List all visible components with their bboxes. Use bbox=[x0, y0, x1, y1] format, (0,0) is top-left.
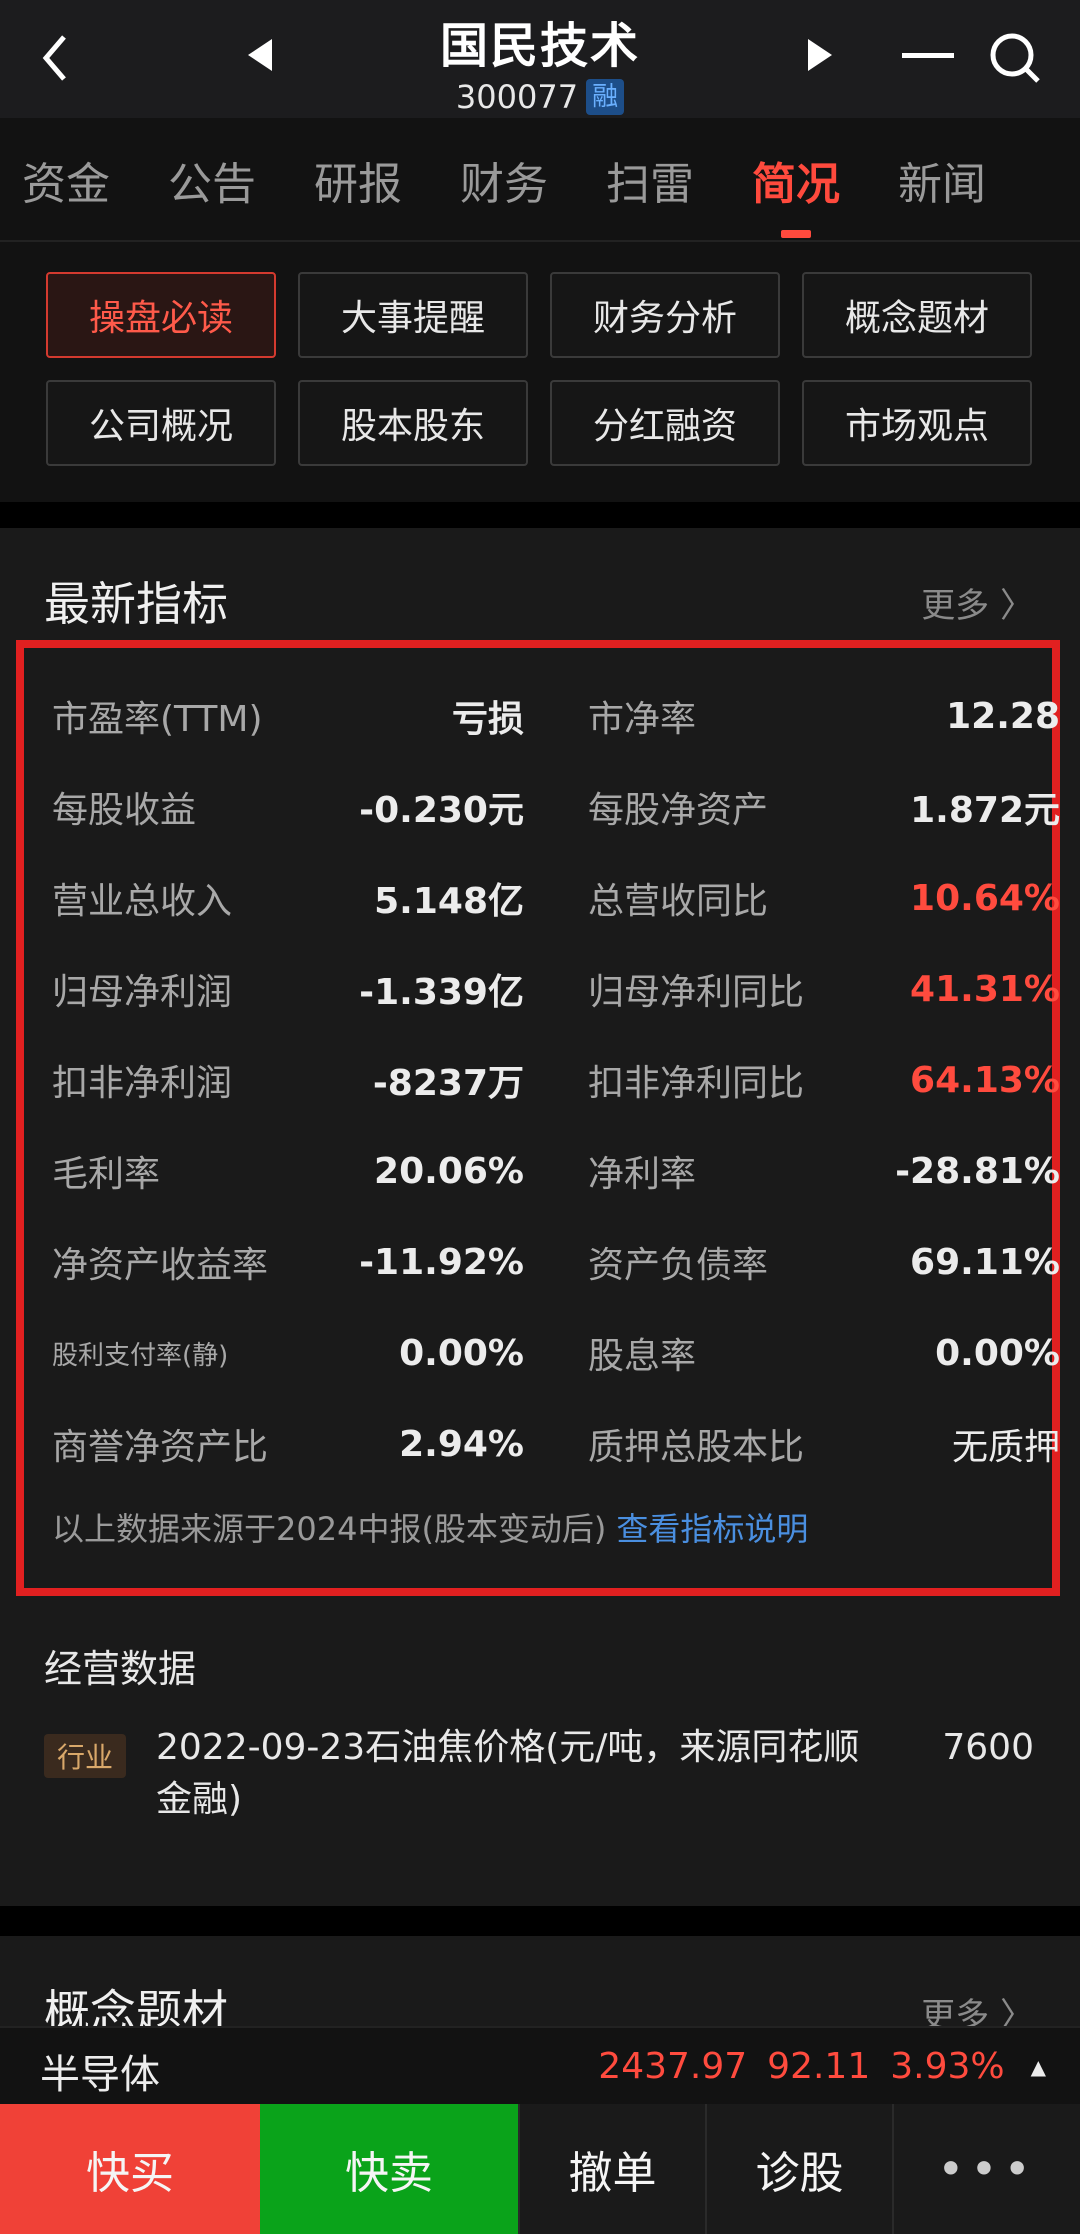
indicator-value: -1.339亿 bbox=[359, 972, 524, 1013]
indicator-value: -8237万 bbox=[372, 1063, 524, 1104]
indicator-value: 20.06% bbox=[374, 1150, 524, 1192]
search-icon bbox=[990, 33, 1040, 83]
tab-overview[interactable]: 简况 bbox=[752, 130, 840, 240]
indicator-value: 64.13% bbox=[910, 1059, 1060, 1101]
tabs-divider bbox=[0, 240, 1080, 242]
indicator-value: 69.11% bbox=[910, 1241, 1060, 1283]
triangle-left-icon bbox=[248, 39, 272, 71]
indicator-value: 5.148亿 bbox=[374, 881, 524, 922]
ops-item-value: 7600 bbox=[942, 1727, 1034, 1768]
subnav-shareholders[interactable]: 股本股东 bbox=[298, 380, 528, 466]
indicator-row: 归母净利润 -1.339亿 归母净利同比 41.31% bbox=[52, 959, 1060, 1019]
section-gap bbox=[0, 502, 1080, 528]
subnav-events[interactable]: 大事提醒 bbox=[298, 272, 528, 358]
stock-code-row: 300077 融 bbox=[340, 78, 740, 116]
indicator-row: 市盈率(TTM) 亏损 市净率 12.28 bbox=[52, 686, 1060, 746]
ops-title: 经营数据 bbox=[44, 1647, 197, 1691]
indicator-row: 营业总收入 5.148亿 总营收同比 10.64% bbox=[52, 868, 1060, 928]
subnav-company-profile[interactable]: 公司概况 bbox=[46, 380, 276, 466]
subnav-must-read[interactable]: 操盘必读 bbox=[46, 272, 276, 358]
indicator-value: 10.64% bbox=[910, 877, 1060, 919]
indicator-value: 无质押 bbox=[951, 1427, 1060, 1468]
indicator-value: 0.00% bbox=[935, 1332, 1060, 1374]
indicator-value: 41.31% bbox=[910, 968, 1060, 1010]
prev-stock-button[interactable] bbox=[240, 30, 280, 80]
section-gap bbox=[0, 1906, 1080, 1936]
indicator-help-link[interactable]: 查看指标说明 bbox=[616, 1510, 808, 1548]
industry-badge: 行业 bbox=[44, 1734, 126, 1778]
subnav-concepts[interactable]: 概念题材 bbox=[802, 272, 1032, 358]
sector-price: 2437.97 bbox=[598, 2046, 748, 2087]
more-link[interactable]: 更多 〉 bbox=[921, 578, 1034, 627]
quick-buy-button[interactable]: 快买 bbox=[0, 2104, 260, 2234]
cancel-order-button[interactable]: 撤单 bbox=[518, 2104, 705, 2234]
sub-nav: 操盘必读 大事提醒 财务分析 概念题材 公司概况 股本股东 分红融资 市场观点 bbox=[46, 272, 1036, 466]
search-button[interactable] bbox=[985, 28, 1045, 88]
stock-code: 300077 bbox=[455, 78, 579, 116]
indicator-row: 每股收益 -0.230元 每股净资产 1.872元 bbox=[52, 777, 1060, 837]
concept-section: 概念题材 更多 〉 bbox=[0, 1936, 1080, 2026]
bottom-action-bar: 快买 快卖 撤单 诊股 ••• bbox=[0, 2104, 1080, 2234]
stock-title: 国民技术 300077 融 bbox=[340, 6, 740, 116]
latest-indicators-section: 最新指标 更多 〉 市盈率(TTM) 亏损 市净率 12.28 每股收益 -0.… bbox=[0, 528, 1080, 1906]
sector-change: 92.11 bbox=[767, 2046, 871, 2087]
tab-funds[interactable]: 资金 bbox=[22, 130, 110, 240]
indicator-row: 商誉净资产比 2.94% 质押总股本比 无质押 bbox=[52, 1414, 1060, 1474]
indicator-value: 2.94% bbox=[399, 1423, 524, 1465]
tab-risk-scan[interactable]: 扫雷 bbox=[606, 130, 694, 240]
source-text: 以上数据来源于2024中报(股本变动后) bbox=[52, 1510, 607, 1548]
section-title: 概念题材 bbox=[44, 1985, 228, 2026]
sector-pct: 3.93% bbox=[890, 2046, 1005, 2087]
indicator-highlight-box: 市盈率(TTM) 亏损 市净率 12.28 每股收益 -0.230元 每股净资产… bbox=[16, 640, 1060, 1596]
diagnose-button[interactable]: 诊股 bbox=[705, 2104, 892, 2234]
tab-finance[interactable]: 财务 bbox=[460, 130, 548, 240]
sector-quote: 2437.97 92.11 3.93% ▲ bbox=[598, 2046, 1046, 2087]
quick-sell-button[interactable]: 快卖 bbox=[260, 2104, 518, 2234]
data-source-note: 以上数据来源于2024中报(股本变动后) 查看指标说明 bbox=[52, 1504, 808, 1550]
indicator-value: -11.92% bbox=[359, 1241, 524, 1283]
up-arrow-icon: ▲ bbox=[1030, 2054, 1046, 2079]
back-icon bbox=[42, 35, 66, 81]
header: 国民技术 300077 融 bbox=[0, 0, 1080, 118]
indicator-row: 扣非净利润 -8237万 扣非净利同比 64.13% bbox=[52, 1050, 1060, 1110]
subnav-dividends[interactable]: 分红融资 bbox=[550, 380, 780, 466]
stock-name: 国民技术 bbox=[439, 18, 640, 74]
margin-badge: 融 bbox=[586, 79, 625, 115]
tab-news[interactable]: 新闻 bbox=[898, 130, 986, 240]
indicator-value: 亏损 bbox=[451, 699, 524, 740]
indicator-value: -0.230元 bbox=[359, 790, 524, 831]
minus-icon bbox=[902, 53, 954, 58]
subnav-market-views[interactable]: 市场观点 bbox=[802, 380, 1032, 466]
next-stock-button[interactable] bbox=[800, 30, 840, 80]
sector-ticker[interactable]: 半导体 2437.97 92.11 3.93% ▲ bbox=[0, 2026, 1080, 2104]
indicator-row: 股利支付率(静) 0.00% 股息率 0.00% bbox=[52, 1323, 1060, 1383]
indicator-value: -28.81% bbox=[895, 1150, 1060, 1192]
back-button[interactable] bbox=[30, 28, 80, 88]
minimize-button[interactable] bbox=[900, 30, 956, 80]
more-link[interactable]: 更多 〉 bbox=[921, 1988, 1034, 2026]
ops-item-text[interactable]: 2022-09-23石油焦价格(元/吨，来源同花顺金融) bbox=[156, 1722, 876, 1826]
indicator-value: 1.872元 bbox=[910, 790, 1060, 831]
top-tabs: 资金 公告 研报 财务 扫雷 简况 新闻 bbox=[0, 130, 1080, 240]
tab-research[interactable]: 研报 bbox=[314, 130, 402, 240]
sector-name: 半导体 bbox=[40, 2052, 160, 2098]
more-menu-button[interactable]: ••• bbox=[892, 2104, 1080, 2234]
indicator-value: 0.00% bbox=[399, 1332, 524, 1374]
subnav-financial-analysis[interactable]: 财务分析 bbox=[550, 272, 780, 358]
indicator-row: 毛利率 20.06% 净利率 -28.81% bbox=[52, 1141, 1060, 1201]
triangle-right-icon bbox=[808, 39, 832, 71]
tab-announcements[interactable]: 公告 bbox=[168, 130, 256, 240]
indicator-value: 12.28 bbox=[946, 695, 1060, 737]
section-title: 最新指标 bbox=[44, 577, 228, 631]
indicator-row: 净资产收益率 -11.92% 资产负债率 69.11% bbox=[52, 1232, 1060, 1292]
